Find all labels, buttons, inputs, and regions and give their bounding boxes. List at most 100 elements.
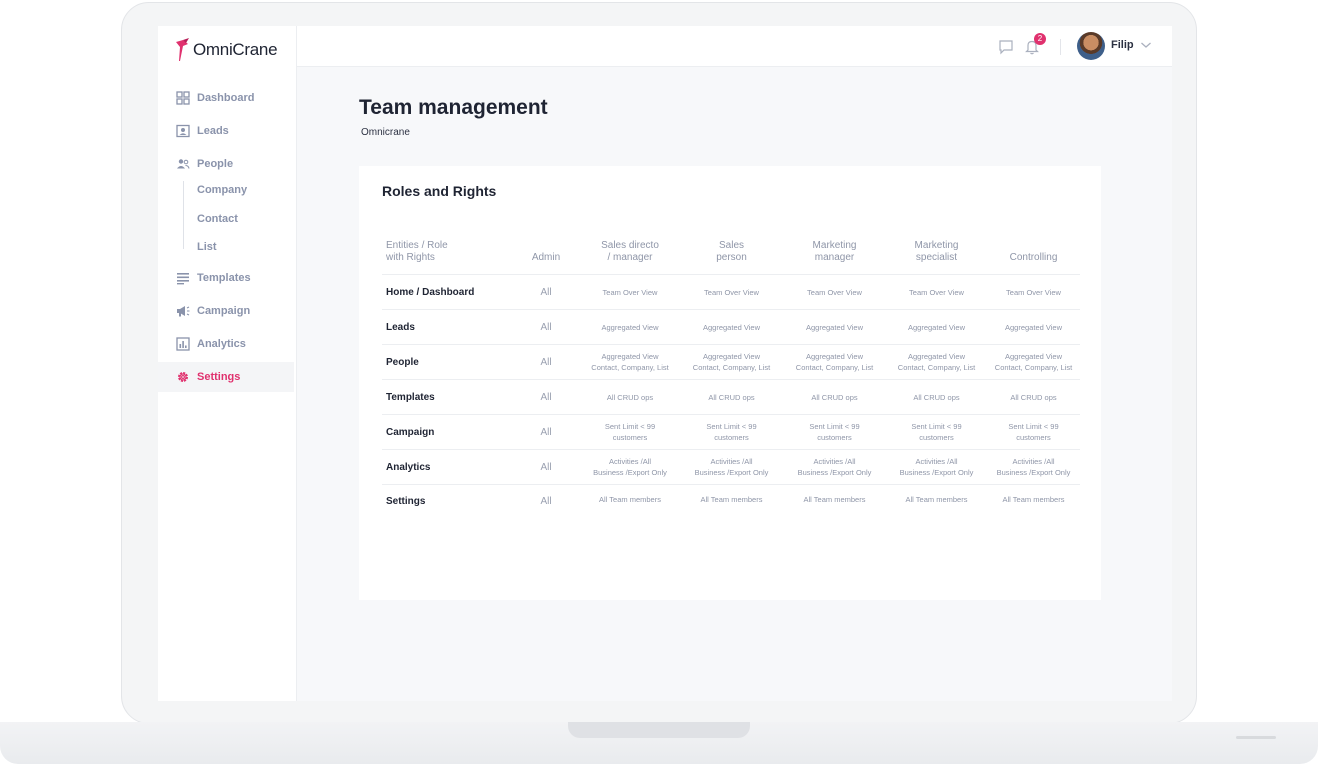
- column-header-role: Admin: [512, 218, 580, 275]
- page-title: Team management: [359, 96, 548, 119]
- right-cell: All CRUD ops: [886, 379, 987, 415]
- right-cell: All Team members: [803, 495, 866, 504]
- right-cell: Aggregated View Contact, Company, List: [886, 344, 987, 380]
- sidebar-item-label: Analytics: [197, 338, 246, 350]
- right-cell: Team Over View: [886, 274, 987, 310]
- right-cell: Aggregated View: [680, 309, 783, 345]
- chevron-down-icon[interactable]: [1140, 40, 1152, 50]
- sidebar-item-label: Dashboard: [197, 92, 255, 104]
- sidebar-subitem-list[interactable]: List: [197, 241, 217, 253]
- right-cell: Team Over View: [680, 274, 783, 310]
- laptop-grip: [1236, 736, 1276, 739]
- right-cell: Team Over View: [580, 274, 680, 310]
- sidebar-item-dashboard[interactable]: Dashboard: [158, 83, 294, 113]
- entity-cell: Leads: [382, 309, 512, 345]
- notification-badge: 2: [1034, 33, 1046, 45]
- sidebar-subitem-contact[interactable]: Contact: [197, 213, 238, 225]
- chat-bubble-icon[interactable]: [998, 39, 1014, 55]
- column-header-role: Sales directo / manager: [580, 218, 680, 275]
- sidebar-item-label: Settings: [197, 371, 241, 383]
- table-row: Analytics All Activities /All Business /Ex…: [382, 449, 1080, 485]
- right-cell: Aggregated View Contact, Company, List: [987, 344, 1080, 380]
- right-cell: Team Over View: [987, 274, 1080, 310]
- right-cell: Activities /All Business /Export Only: [987, 449, 1080, 485]
- right-cell: All CRUD ops: [680, 379, 783, 415]
- avatar[interactable]: [1077, 32, 1105, 60]
- sidebar-item-label: Templates: [197, 272, 251, 284]
- admin-cell: All: [540, 496, 552, 507]
- sidebar-item-settings[interactable]: Settings: [158, 362, 294, 392]
- right-cell: All CRUD ops: [580, 379, 680, 415]
- right-cell: Activities /All Business /Export Only: [783, 449, 886, 485]
- right-cell: Aggregated View: [580, 309, 680, 345]
- admin-cell: All: [512, 449, 580, 485]
- roles-rights-card: Roles and Rights Entities / Role with Ri…: [359, 166, 1101, 600]
- list-lines-icon: [177, 273, 189, 285]
- column-header-role: Marketing specialist: [886, 218, 987, 275]
- admin-cell: All: [512, 344, 580, 380]
- right-cell: Aggregated View: [987, 309, 1080, 345]
- admin-cell: All: [512, 379, 580, 415]
- right-cell: Aggregated View Contact, Company, List: [783, 344, 886, 380]
- sidebar-item-analytics[interactable]: Analytics: [158, 329, 294, 359]
- sidebar-item-leads[interactable]: Leads: [158, 116, 294, 146]
- id-card-icon: [176, 124, 190, 138]
- topbar-divider: [1060, 39, 1061, 55]
- right-cell: All Team members: [905, 495, 968, 504]
- gear-icon: [178, 372, 188, 382]
- right-cell: Team Over View: [783, 274, 886, 310]
- sidebar-item-campaign[interactable]: Campaign: [158, 296, 294, 326]
- entity-cell: Settings: [386, 496, 426, 507]
- right-cell: All CRUD ops: [987, 379, 1080, 415]
- table-row: Leads All Aggregated View Aggregated View Ag…: [382, 309, 1080, 345]
- entity-cell: Analytics: [382, 449, 512, 485]
- app-screen: OmniCrane Dashboard Leads People Company…: [158, 26, 1172, 701]
- right-cell: Activities /All Business /Export Only: [680, 449, 783, 485]
- table-row: Templates All All CRUD ops All CRUD ops All …: [382, 379, 1080, 415]
- laptop-notch: [568, 722, 750, 738]
- table-row: Settings All All Team members All Team memb…: [382, 485, 1080, 531]
- right-cell: Sent Limit < 99 customers: [580, 414, 680, 450]
- table-row: Campaign All Sent Limit < 99 customers Sent…: [382, 414, 1080, 450]
- right-cell: Aggregated View Contact, Company, List: [580, 344, 680, 380]
- dashboard-grid-icon: [176, 91, 190, 105]
- sidebar-subitem-company[interactable]: Company: [197, 184, 247, 196]
- sidebar: OmniCrane Dashboard Leads People Company…: [158, 26, 297, 701]
- sidebar-item-templates[interactable]: Templates: [158, 263, 294, 293]
- column-header-role: Marketing manager: [783, 218, 886, 275]
- roles-rights-table: Entities / Role with Rights Admin Sales di…: [382, 218, 1080, 530]
- entity-cell: Campaign: [382, 414, 512, 450]
- sidebar-item-label: People: [197, 158, 234, 170]
- user-name[interactable]: Filip: [1111, 39, 1134, 51]
- megaphone-icon: [177, 306, 190, 317]
- submenu-guide-line: [183, 181, 184, 249]
- table-row: People All Aggregated View Contact, Compan…: [382, 344, 1080, 380]
- right-cell: Sent Limit < 99 customers: [987, 414, 1080, 450]
- right-cell: Aggregated View: [886, 309, 987, 345]
- admin-cell: All: [512, 309, 580, 345]
- right-cell: All Team members: [1002, 495, 1065, 504]
- bar-chart-icon: [176, 337, 190, 351]
- admin-cell: All: [512, 274, 580, 310]
- entity-cell: Home / Dashboard: [382, 274, 512, 310]
- sidebar-item-people[interactable]: People: [158, 149, 294, 179]
- column-header-role: Controlling: [987, 218, 1080, 275]
- logo-text: OmniCrane: [193, 40, 278, 59]
- right-cell: Activities /All Business /Export Only: [580, 449, 680, 485]
- card-title: Roles and Rights: [382, 183, 497, 199]
- table-body: Home / Dashboard All Team Over View Team Ov…: [382, 274, 1080, 531]
- right-cell: Activities /All Business /Export Only: [886, 449, 987, 485]
- right-cell: Aggregated View Contact, Company, List: [680, 344, 783, 380]
- entity-cell: People: [382, 344, 512, 380]
- logo[interactable]: OmniCrane: [174, 36, 278, 64]
- page-subtitle: Omnicrane: [361, 127, 410, 138]
- entity-cell: Templates: [382, 379, 512, 415]
- sidebar-item-label: Leads: [197, 125, 229, 137]
- table-header-row: Entities / Role with Rights Admin Sales di…: [382, 218, 1080, 275]
- column-header-role: Sales person: [680, 218, 783, 275]
- right-cell: Aggregated View: [783, 309, 886, 345]
- crane-logo-icon: [176, 38, 189, 61]
- right-cell: All Team members: [599, 495, 661, 504]
- column-header-entities: Entities / Role with Rights: [382, 218, 512, 275]
- right-cell: Sent Limit < 99 customers: [783, 414, 886, 450]
